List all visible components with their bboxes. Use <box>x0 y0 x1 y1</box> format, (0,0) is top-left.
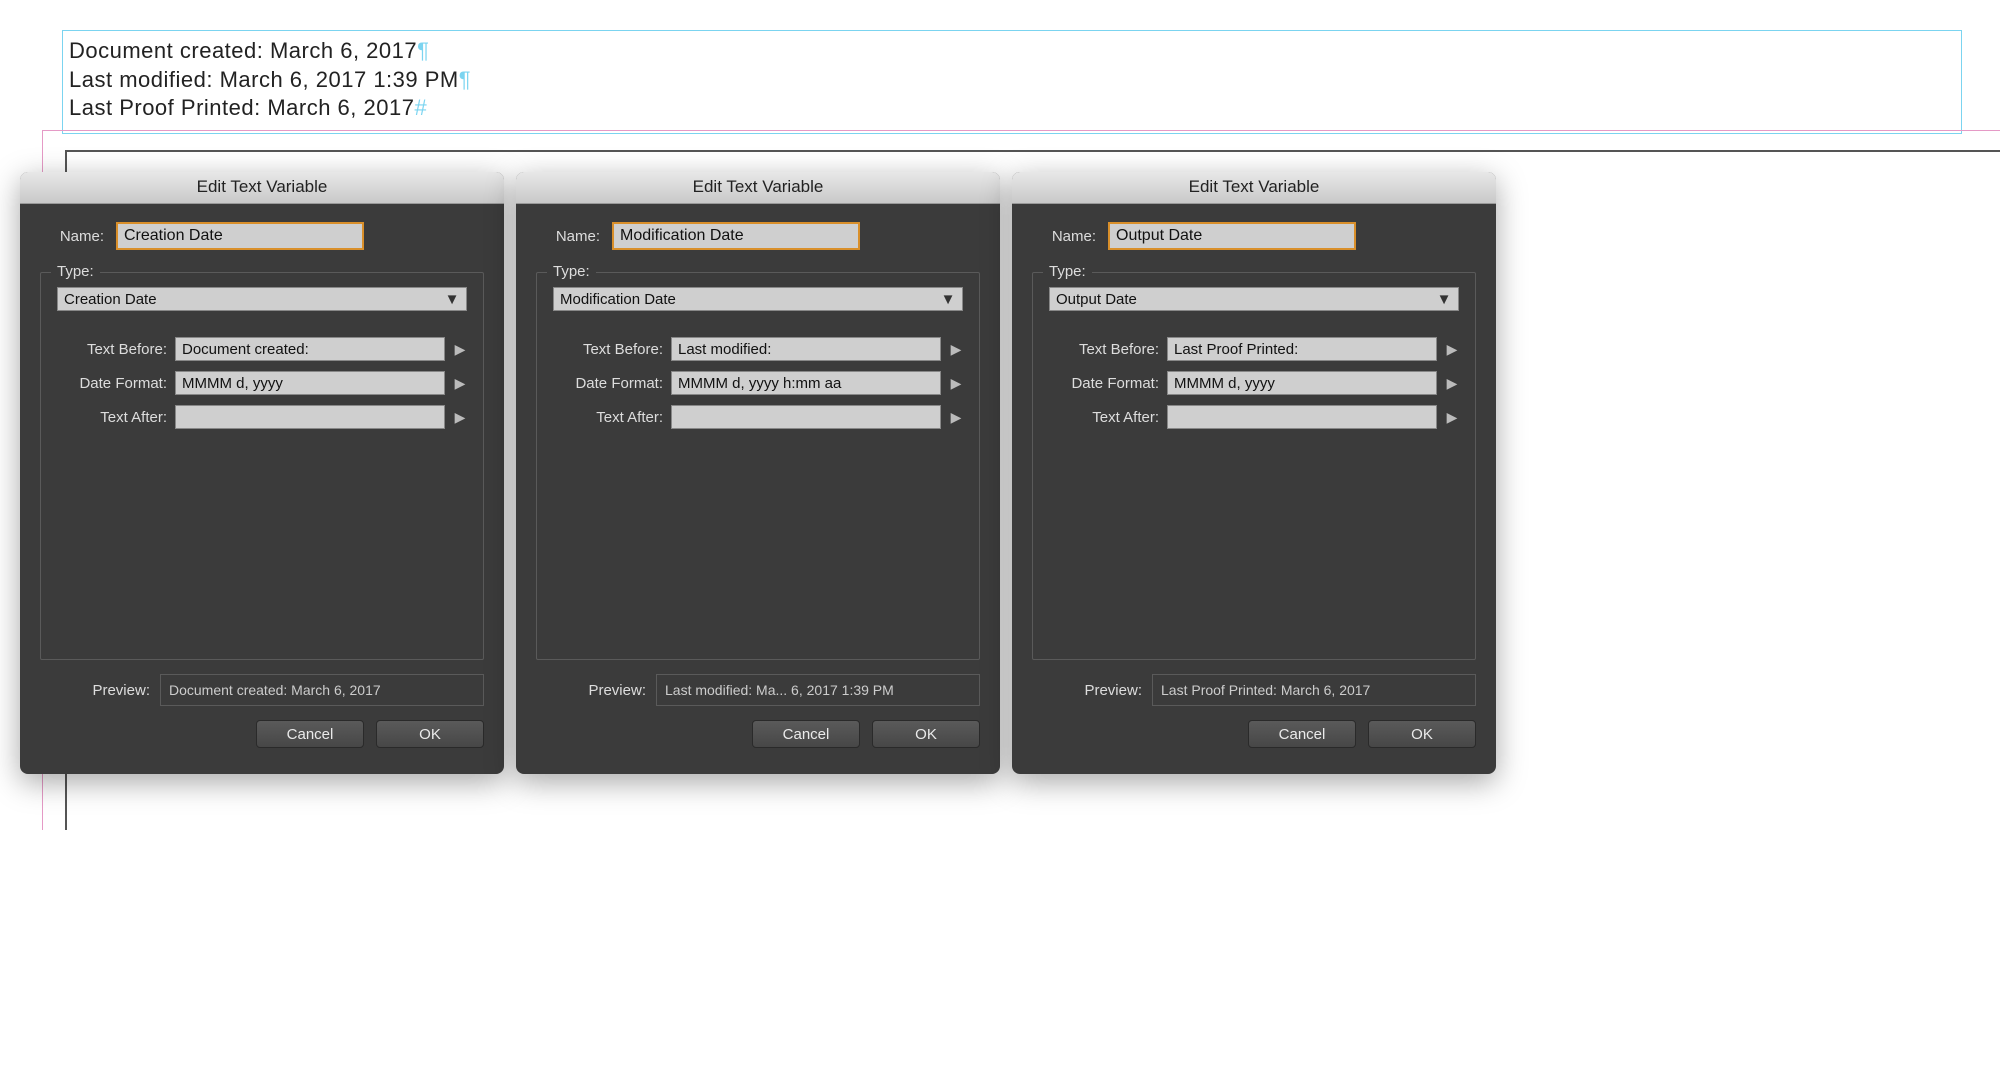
date-format-label: Date Format: <box>1049 375 1159 392</box>
type-label: Type: <box>547 263 596 280</box>
preview-label: Preview: <box>1032 682 1142 699</box>
text-after-label: Text After: <box>57 409 167 426</box>
text-after-input[interactable] <box>175 405 445 429</box>
text-before-label: Text Before: <box>57 341 167 358</box>
type-label: Type: <box>51 263 100 280</box>
chevron-down-icon: ▼ <box>444 291 460 308</box>
cancel-button[interactable]: Cancel <box>1248 720 1356 748</box>
preview-box: Last Proof Printed: March 6, 2017 <box>1152 674 1476 706</box>
edit-text-variable-dialog: Edit Text Variable Name: Type: Output Da… <box>1012 172 1496 774</box>
text-after-label: Text After: <box>553 409 663 426</box>
preview-label: Preview: <box>536 682 646 699</box>
cancel-button[interactable]: Cancel <box>256 720 364 748</box>
type-value: Modification Date <box>560 291 676 308</box>
end-story-icon: # <box>414 95 427 120</box>
flyout-icon[interactable]: ▶ <box>949 409 963 426</box>
chevron-down-icon: ▼ <box>940 291 956 308</box>
name-input[interactable] <box>1108 222 1356 250</box>
date-format-label: Date Format: <box>553 375 663 392</box>
preview-box: Document created: March 6, 2017 <box>160 674 484 706</box>
flyout-icon[interactable]: ▶ <box>949 375 963 392</box>
ok-button[interactable]: OK <box>1368 720 1476 748</box>
dialog-title: Edit Text Variable <box>1012 172 1496 204</box>
pilcrow-icon: ¶ <box>459 67 471 92</box>
ok-button[interactable]: OK <box>872 720 980 748</box>
preview-text: Document created: March 6, 2017 <box>169 682 381 698</box>
doc-line-3: Last Proof Printed: March 6, 2017# <box>69 94 1955 123</box>
pilcrow-icon: ¶ <box>417 38 429 63</box>
preview-text: Last modified: Ma... 6, 2017 1:39 PM <box>665 682 894 698</box>
text-before-label: Text Before: <box>553 341 663 358</box>
dialog-title: Edit Text Variable <box>516 172 1000 204</box>
edit-text-variable-dialog: Edit Text Variable Name: Type: Creation … <box>20 172 504 774</box>
text-before-input[interactable] <box>175 337 445 361</box>
name-input[interactable] <box>116 222 364 250</box>
ok-button[interactable]: OK <box>376 720 484 748</box>
date-format-input[interactable] <box>671 371 941 395</box>
doc-line-1: Document created: March 6, 2017¶ <box>69 37 1955 66</box>
type-dropdown[interactable]: Modification Date ▼ <box>553 287 963 311</box>
text-frame[interactable]: Document created: March 6, 2017¶ Last mo… <box>62 30 1962 134</box>
type-value: Creation Date <box>64 291 157 308</box>
cancel-button[interactable]: Cancel <box>752 720 860 748</box>
date-format-input[interactable] <box>1167 371 1437 395</box>
text-before-input[interactable] <box>671 337 941 361</box>
name-label: Name: <box>40 228 104 245</box>
text-after-input[interactable] <box>671 405 941 429</box>
doc-text-2: Last modified: March 6, 2017 1:39 PM <box>69 67 459 92</box>
type-value: Output Date <box>1056 291 1137 308</box>
type-label: Type: <box>1043 263 1092 280</box>
flyout-icon[interactable]: ▶ <box>453 341 467 358</box>
date-format-input[interactable] <box>175 371 445 395</box>
type-dropdown[interactable]: Creation Date ▼ <box>57 287 467 311</box>
flyout-icon[interactable]: ▶ <box>1445 341 1459 358</box>
text-after-label: Text After: <box>1049 409 1159 426</box>
type-dropdown[interactable]: Output Date ▼ <box>1049 287 1459 311</box>
flyout-icon[interactable]: ▶ <box>1445 409 1459 426</box>
doc-line-2: Last modified: March 6, 2017 1:39 PM¶ <box>69 66 1955 95</box>
name-label: Name: <box>536 228 600 245</box>
dialog-title: Edit Text Variable <box>20 172 504 204</box>
flyout-icon[interactable]: ▶ <box>453 409 467 426</box>
preview-text: Last Proof Printed: March 6, 2017 <box>1161 682 1370 698</box>
date-format-label: Date Format: <box>57 375 167 392</box>
flyout-icon[interactable]: ▶ <box>453 375 467 392</box>
preview-box: Last modified: Ma... 6, 2017 1:39 PM <box>656 674 980 706</box>
edit-text-variable-dialog: Edit Text Variable Name: Type: Modificat… <box>516 172 1000 774</box>
flyout-icon[interactable]: ▶ <box>949 341 963 358</box>
name-input[interactable] <box>612 222 860 250</box>
doc-text-3: Last Proof Printed: March 6, 2017 <box>69 95 414 120</box>
text-after-input[interactable] <box>1167 405 1437 429</box>
flyout-icon[interactable]: ▶ <box>1445 375 1459 392</box>
name-label: Name: <box>1032 228 1096 245</box>
text-before-input[interactable] <box>1167 337 1437 361</box>
chevron-down-icon: ▼ <box>1436 291 1452 308</box>
doc-text-1: Document created: March 6, 2017 <box>69 38 417 63</box>
preview-label: Preview: <box>40 682 150 699</box>
text-before-label: Text Before: <box>1049 341 1159 358</box>
